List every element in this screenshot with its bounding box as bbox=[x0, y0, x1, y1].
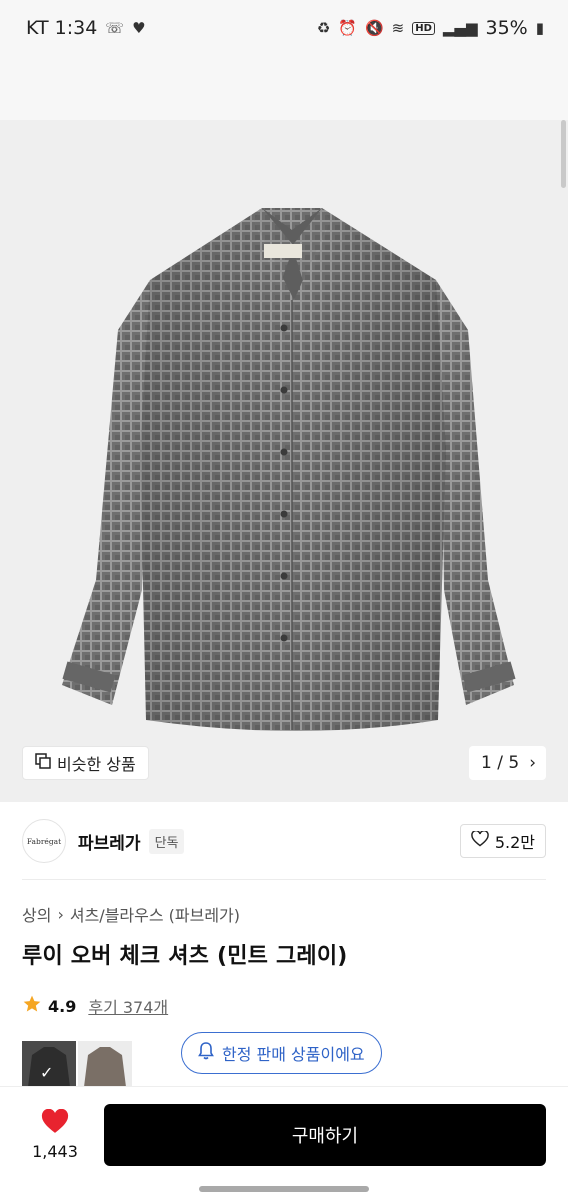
color-options: ✓ bbox=[22, 1041, 132, 1087]
buy-button[interactable]: 구매하기 bbox=[104, 1103, 546, 1166]
alarm-icon: ⏰ bbox=[338, 19, 357, 37]
copy-icon bbox=[35, 753, 51, 773]
brand-like-button[interactable]: 5.2만 bbox=[459, 824, 546, 858]
limited-sale-notice[interactable]: 한정 판매 상품이에요 bbox=[181, 1032, 382, 1074]
star-icon bbox=[22, 994, 42, 1018]
similar-products-button[interactable]: 비슷한 상품 bbox=[22, 746, 149, 780]
shirt-image bbox=[62, 208, 516, 731]
scrollbar[interactable] bbox=[561, 120, 566, 188]
mute-icon: 🔇 bbox=[364, 19, 384, 37]
brand-like-count: 5.2만 bbox=[494, 833, 535, 852]
home-indicator[interactable] bbox=[199, 1186, 369, 1192]
pager-text: 1 / 5 bbox=[481, 753, 520, 773]
bottom-action-bar: 1,443 구매하기 bbox=[0, 1086, 568, 1182]
limited-sale-label: 한정 판매 상품이에요 bbox=[222, 1045, 365, 1064]
signal-icon: ▂▄▆ bbox=[442, 19, 478, 37]
brand-logo-text: Fabrégat bbox=[26, 836, 62, 846]
wifi-icon: ≋ bbox=[391, 19, 405, 37]
similar-products-label: 비슷한 상품 bbox=[57, 755, 136, 774]
color-option-selected[interactable]: ✓ bbox=[22, 1041, 76, 1087]
exclusive-badge: 단독 bbox=[148, 828, 185, 854]
breadcrumb-category[interactable]: 상의 bbox=[22, 902, 51, 926]
brand-name[interactable]: 파브레가 bbox=[78, 829, 141, 854]
wifi-calling-icon: ☏ bbox=[105, 19, 125, 37]
brand-row[interactable]: Fabrégat 파브레가 단독 5.2만 bbox=[0, 802, 568, 880]
chevron-right-icon: › bbox=[529, 753, 536, 773]
check-icon: ✓ bbox=[40, 1063, 54, 1082]
product-title: 루이 오버 체크 셔츠 (민트 그레이) bbox=[22, 944, 348, 969]
carrier-time: KT 1:34 bbox=[26, 17, 98, 39]
hd-icon: HD bbox=[412, 21, 435, 35]
bell-icon bbox=[198, 1042, 214, 1064]
divider bbox=[22, 879, 546, 880]
brand-logo[interactable]: Fabrégat bbox=[22, 819, 66, 863]
reviews-link[interactable]: 후기 374개 bbox=[88, 994, 168, 1018]
breadcrumb-subcategory[interactable]: 셔츠/블라우스 (파브레가) bbox=[70, 902, 240, 926]
heart-outline-icon bbox=[471, 830, 489, 851]
heart-notification-icon: ♥ bbox=[132, 19, 146, 37]
product-image-carousel[interactable] bbox=[0, 120, 568, 802]
status-bar: KT 1:34 ☏ ♥ ♻ ⏰ 🔇 ≋ HD ▂▄▆ 35% ▮ bbox=[0, 0, 568, 56]
heart-filled-icon bbox=[41, 1108, 69, 1138]
image-pager[interactable]: 1 / 5 › bbox=[469, 746, 546, 780]
buy-button-label: 구매하기 bbox=[291, 1125, 359, 1147]
recycle-icon: ♻ bbox=[316, 19, 331, 37]
battery-percent: 35% bbox=[485, 17, 528, 39]
top-bar bbox=[0, 56, 568, 120]
color-option[interactable] bbox=[78, 1041, 132, 1087]
rating-score: 4.9 bbox=[48, 996, 77, 1016]
breadcrumb: 상의 › 셔츠/블라우스 (파브레가) bbox=[22, 902, 240, 926]
product-rating: 4.9 후기 374개 bbox=[22, 994, 168, 1018]
wishlist-button[interactable]: 1,443 bbox=[22, 1108, 88, 1161]
battery-icon: ▮ bbox=[535, 19, 544, 37]
wishlist-count: 1,443 bbox=[32, 1141, 78, 1161]
chevron-right-icon: › bbox=[57, 904, 64, 924]
